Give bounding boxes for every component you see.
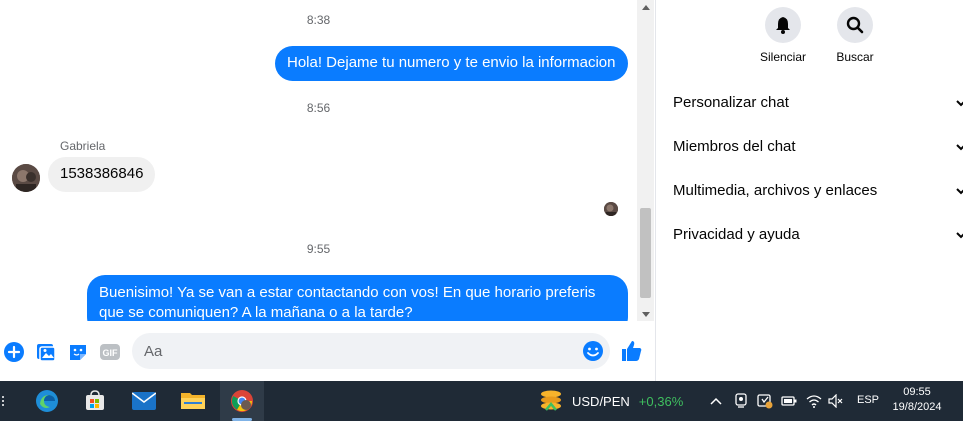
scroll-up-arrow-icon[interactable]: [637, 0, 654, 14]
read-receipt-avatar: [604, 202, 618, 216]
store-icon[interactable]: [73, 381, 117, 421]
clock-time: 09:55: [903, 386, 931, 398]
section-label: Multimedia, archivos y enlaces: [673, 182, 878, 199]
search-button[interactable]: Buscar: [825, 7, 885, 64]
section-label: Privacidad y ayuda: [673, 226, 800, 243]
task-view-dots-icon[interactable]: [2, 394, 4, 408]
avatar-photo-icon: [12, 164, 40, 192]
chat-pane: 8:38 Hola! Dejame tu numero y te envio l…: [0, 0, 655, 381]
composer: GIF: [0, 323, 655, 381]
section-chat-members[interactable]: Miembros del chat: [673, 138, 963, 160]
scroll-down-arrow-icon[interactable]: [637, 307, 654, 321]
mail-icon[interactable]: [122, 381, 166, 421]
emoji-icon[interactable]: [582, 340, 604, 362]
camera-privacy-icon[interactable]: [733, 393, 749, 409]
search-label: Buscar: [836, 50, 874, 64]
chrome-icon[interactable]: [220, 381, 264, 421]
section-media-files-links[interactable]: Multimedia, archivos y enlaces: [673, 182, 963, 204]
coin-stack-icon: [538, 389, 564, 413]
battery-icon[interactable]: [781, 393, 797, 409]
scrollbar-thumb[interactable]: [640, 208, 651, 298]
search-icon: [837, 7, 873, 43]
timestamp: 9:55: [306, 242, 331, 256]
edge-icon[interactable]: [25, 381, 69, 421]
plus-icon[interactable]: [3, 341, 25, 363]
like-icon[interactable]: [620, 339, 644, 363]
message-bubble-outgoing[interactable]: Buenisimo! Ya se van a estar contactando…: [87, 275, 628, 321]
currency-pair-label: USD/PEN: [572, 393, 630, 409]
wifi-icon[interactable]: [806, 393, 822, 409]
mute-label: Silenciar: [759, 50, 807, 64]
message-bubble-incoming[interactable]: 1538386846: [48, 157, 156, 192]
section-label: Personalizar chat: [673, 94, 789, 111]
svg-text:GIF: GIF: [103, 348, 119, 358]
photo-icon[interactable]: [35, 341, 57, 363]
system-clock[interactable]: 09:55 19/8/2024: [886, 385, 948, 415]
chevron-down-icon: [955, 228, 963, 245]
language-indicator[interactable]: ESP: [857, 394, 879, 406]
message-bubble-outgoing[interactable]: Hola! Dejame tu numero y te envio la inf…: [275, 46, 628, 81]
bell-icon: [765, 7, 801, 43]
message-list: 8:38 Hola! Dejame tu numero y te envio l…: [0, 0, 637, 321]
scrollbar[interactable]: [637, 0, 654, 321]
currency-change-value: +0,36%: [638, 393, 684, 409]
mute-button[interactable]: Silenciar: [753, 7, 813, 64]
chevron-up-icon[interactable]: [708, 393, 724, 409]
section-label: Miembros del chat: [673, 138, 796, 155]
timestamp: 8:38: [306, 13, 331, 27]
section-customize-chat[interactable]: Personalizar chat: [673, 94, 963, 116]
section-privacy-help[interactable]: Privacidad y ayuda: [673, 226, 963, 248]
speaker-muted-icon[interactable]: [828, 393, 844, 409]
shield-alert-icon[interactable]: [757, 393, 773, 409]
avatar[interactable]: [12, 164, 40, 192]
message-input[interactable]: [144, 333, 574, 369]
timestamp: 8:56: [306, 101, 331, 115]
gif-icon[interactable]: GIF: [99, 341, 121, 363]
file-explorer-icon[interactable]: [171, 381, 215, 421]
message-input-wrapper: [132, 333, 610, 369]
taskbar: USD/PEN +0,36% ESP 09:55 19/8/2024: [0, 381, 963, 421]
chat-info-panel: Silenciar Buscar Personalizar chat Miemb…: [655, 0, 963, 381]
sticker-icon[interactable]: [67, 341, 89, 363]
chevron-down-icon: [955, 140, 963, 157]
chevron-down-icon: [955, 184, 963, 201]
chevron-down-icon: [955, 96, 963, 113]
clock-date: 19/8/2024: [892, 401, 942, 413]
seen-avatar-icon: [604, 202, 618, 216]
currency-widget[interactable]: USD/PEN +0,36%: [538, 381, 683, 421]
sender-name: Gabriela: [60, 139, 106, 153]
